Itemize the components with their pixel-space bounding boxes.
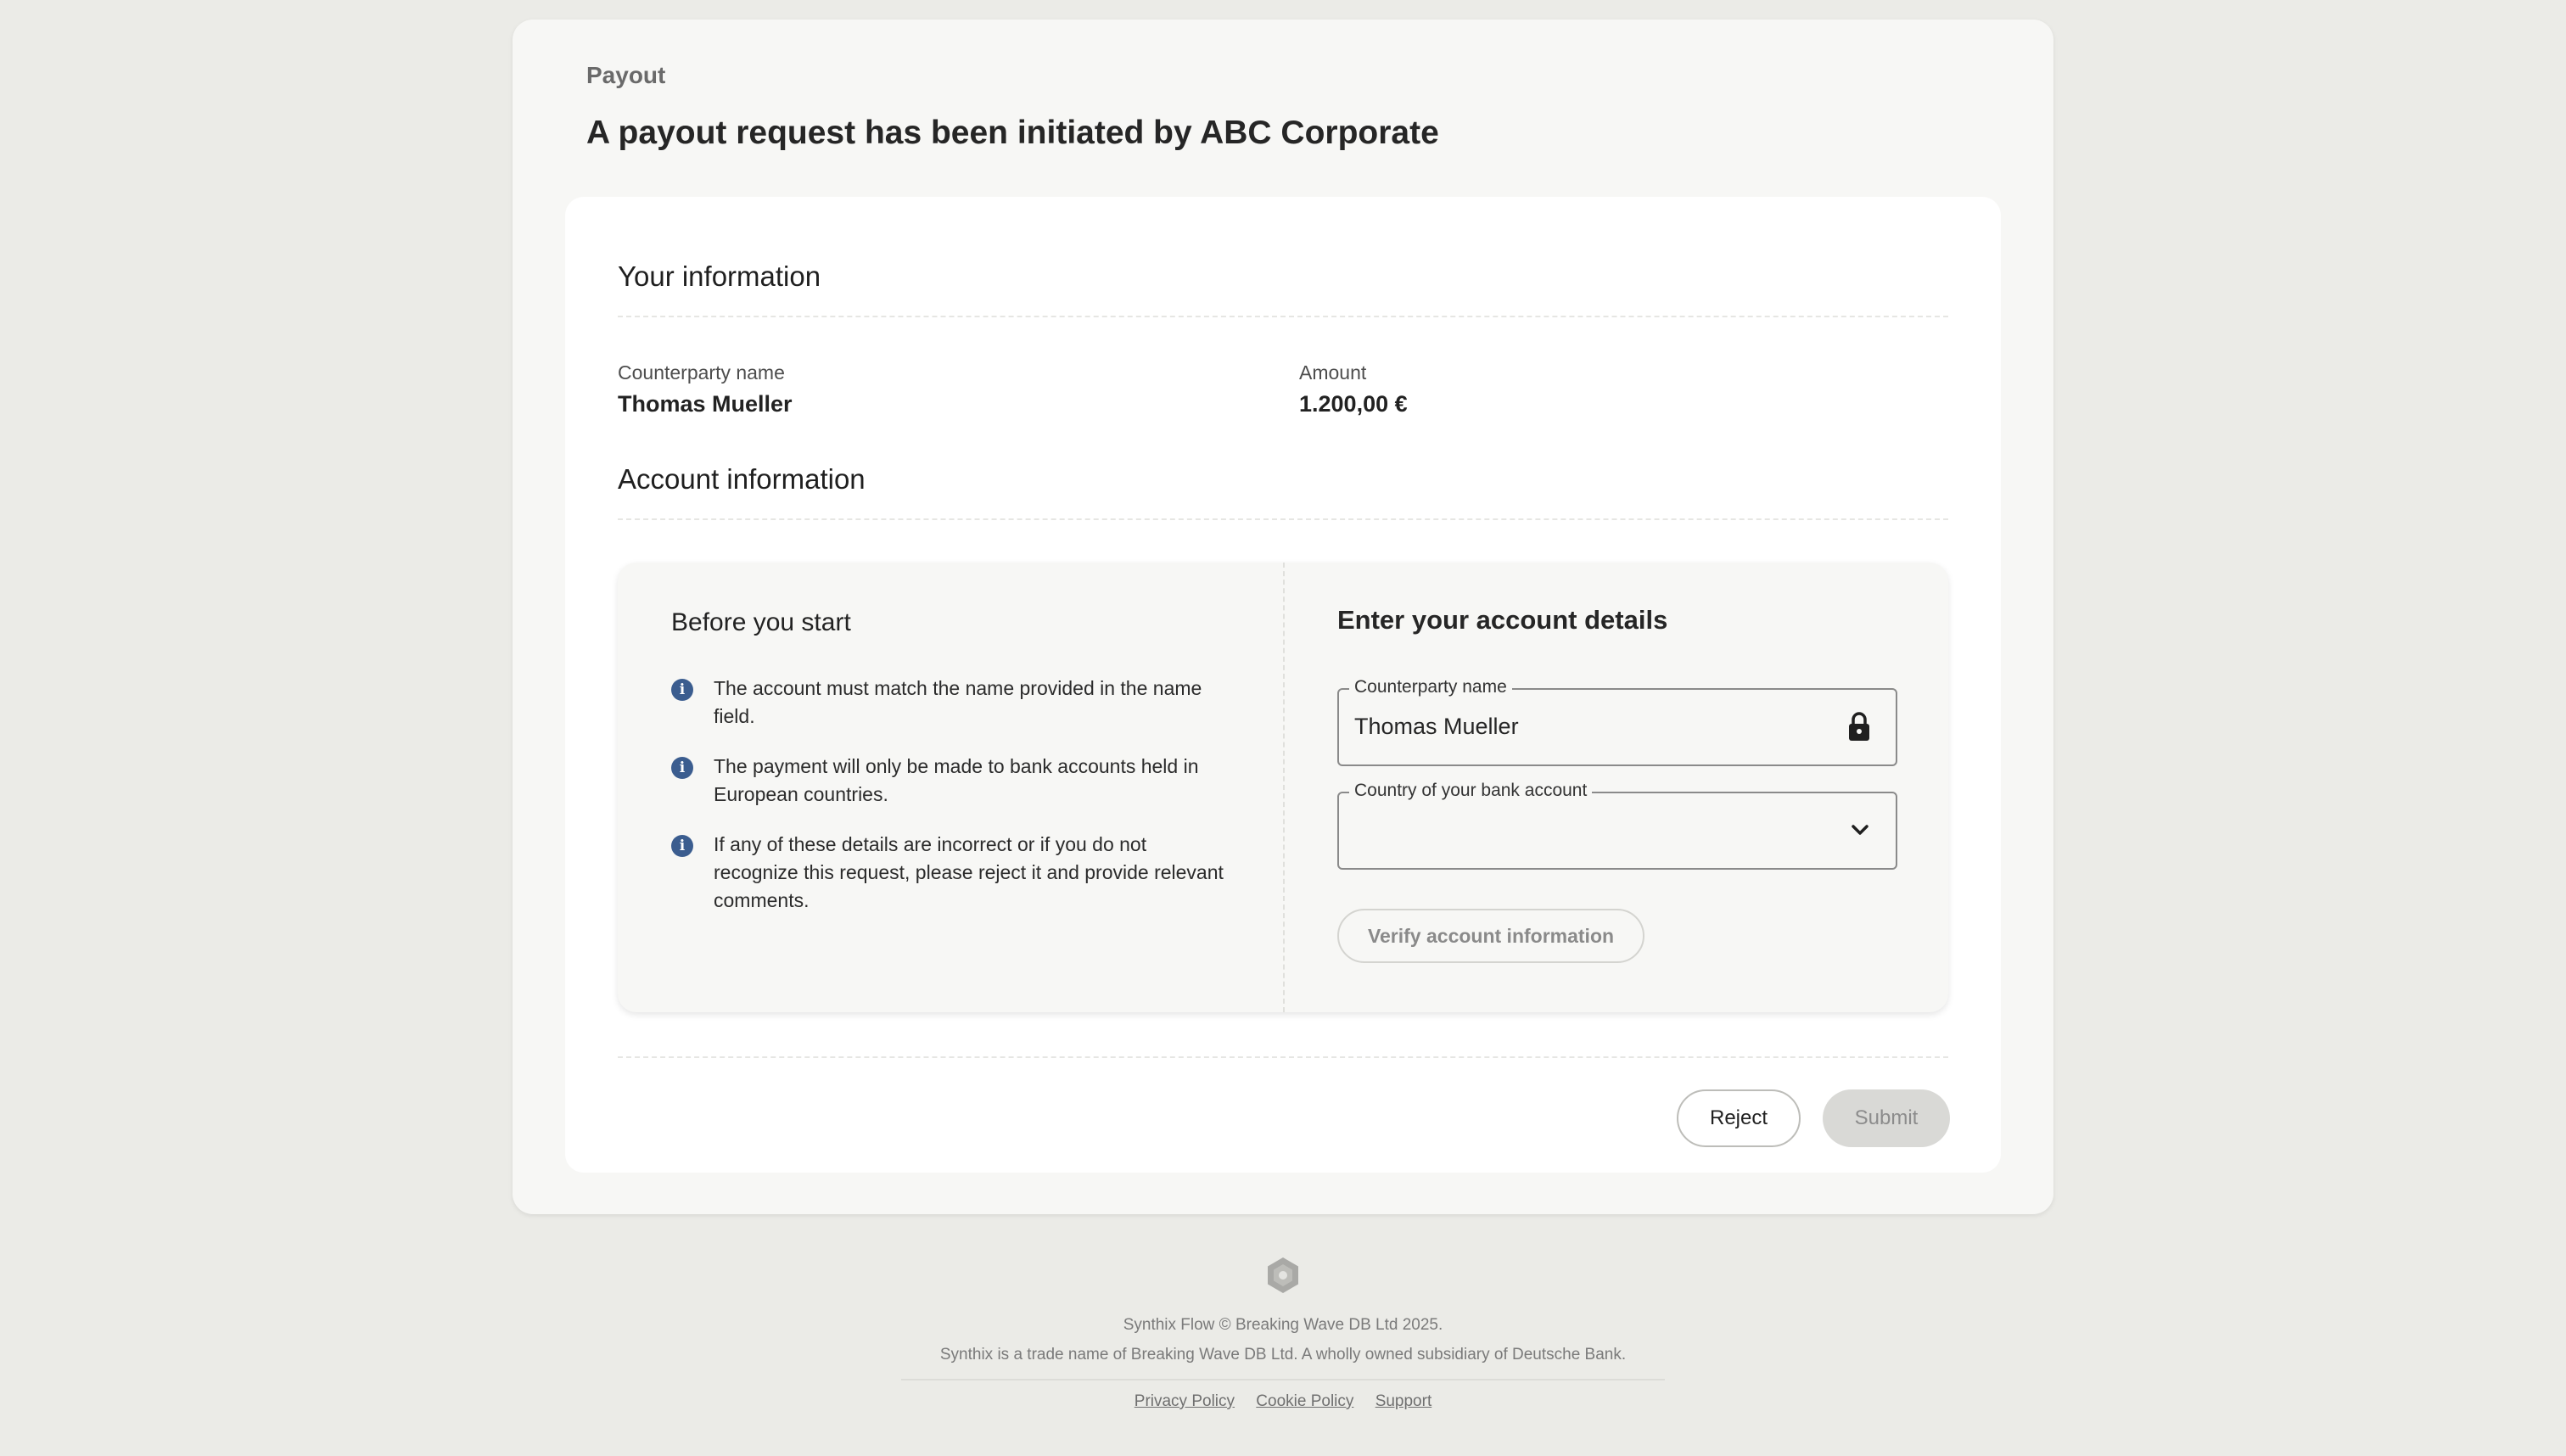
footer-links: Privacy Policy Cookie Policy Support [0, 1392, 2566, 1411]
footer-divider [901, 1379, 1665, 1380]
info-list-item: i The payment will only be made to bank … [671, 753, 1231, 809]
footer-legal-text: Synthix is a trade name of Breaking Wave… [939, 1346, 1627, 1364]
panel-divider [1283, 563, 1285, 1012]
page-title: A payout request has been initiated by A… [586, 115, 1439, 151]
chevron-down-icon[interactable] [1850, 820, 1870, 844]
page-eyebrow: Payout [586, 62, 666, 88]
your-information-heading: Your information [618, 260, 821, 292]
footer-copyright: Synthix Flow © Breaking Wave DB Ltd 2025… [1123, 1316, 1443, 1334]
info-text: If any of these details are incorrect or… [714, 833, 1224, 911]
hexagon-logo-icon [1265, 1256, 1301, 1299]
counterparty-name-field: Counterparty name Thomas Mueller [1337, 677, 1897, 766]
amount-label: Amount [1299, 361, 1367, 384]
counterparty-name-value: Thomas Mueller [618, 391, 793, 417]
submit-button[interactable]: Submit [1823, 1089, 1950, 1147]
account-information-heading: Account information [618, 463, 866, 495]
counterparty-name-field-value: Thomas Mueller [1354, 714, 1519, 739]
section-divider [618, 518, 1948, 520]
privacy-policy-link[interactable]: Privacy Policy [1135, 1392, 1235, 1410]
info-list-item: i If any of these details are incorrect … [671, 831, 1231, 915]
support-link[interactable]: Support [1375, 1392, 1432, 1410]
payout-card: Payout A payout request has been initiat… [513, 20, 2053, 1214]
verify-account-button[interactable]: Verify account information [1337, 909, 1644, 963]
info-circle-icon: i [671, 835, 693, 857]
info-text: The account must match the name provided… [714, 677, 1202, 727]
info-list-item: i The account must match the name provid… [671, 675, 1231, 731]
reject-button[interactable]: Reject [1677, 1089, 1801, 1147]
amount-value: 1.200,00 € [1299, 391, 1408, 417]
counterparty-name-field-label: Counterparty name [1349, 677, 1512, 697]
counterparty-name-label: Counterparty name [618, 361, 785, 384]
before-you-start-heading: Before you start [671, 608, 851, 636]
bank-country-select-label: Country of your bank account [1349, 781, 1593, 801]
info-circle-icon: i [671, 679, 693, 701]
bank-country-select[interactable]: Country of your bank account [1337, 781, 1897, 870]
account-information-panel: Before you start i The account must matc… [618, 563, 1948, 1012]
cookie-policy-link[interactable]: Cookie Policy [1256, 1392, 1353, 1410]
enter-account-details-heading: Enter your account details [1337, 605, 1668, 635]
info-circle-icon: i [671, 757, 693, 779]
section-divider [618, 1056, 1948, 1058]
lock-icon [1846, 710, 1872, 747]
info-text: The payment will only be made to bank ac… [714, 755, 1199, 805]
payout-form-card: Your information Counterparty name Thoma… [565, 197, 2001, 1173]
section-divider [618, 316, 1948, 317]
